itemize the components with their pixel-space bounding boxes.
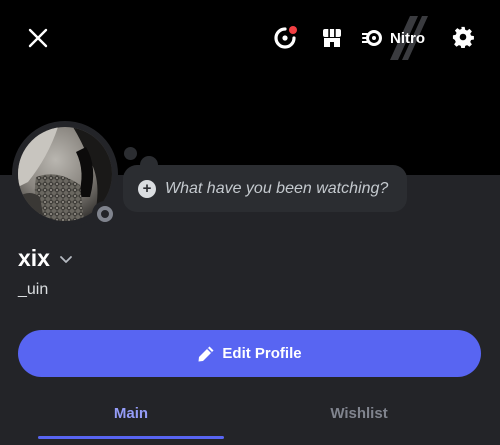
activity-icon bbox=[274, 26, 297, 49]
display-name: xix bbox=[18, 245, 50, 271]
shop-button[interactable] bbox=[317, 24, 347, 52]
nitro-button[interactable]: Nitro bbox=[362, 16, 434, 60]
edit-profile-button[interactable]: Edit Profile bbox=[18, 330, 481, 377]
activity-button[interactable] bbox=[270, 24, 300, 52]
edit-profile-label: Edit Profile bbox=[222, 345, 302, 362]
nitro-label: Nitro bbox=[390, 29, 425, 47]
shop-icon bbox=[323, 29, 341, 47]
close-button[interactable] bbox=[22, 22, 54, 54]
notification-badge bbox=[289, 26, 297, 34]
pencil-icon bbox=[198, 346, 214, 361]
add-status-icon: + bbox=[138, 179, 156, 198]
offline-status-icon bbox=[97, 206, 113, 222]
custom-status-bubble[interactable]: + What have you been watching? bbox=[123, 165, 407, 212]
settings-button[interactable] bbox=[448, 22, 478, 52]
tab-main[interactable]: Main bbox=[38, 405, 224, 422]
thought-bubble-dot-small bbox=[124, 147, 137, 160]
display-name-row[interactable]: xix bbox=[18, 245, 73, 272]
status-indicator bbox=[92, 201, 118, 227]
username: _uin bbox=[18, 281, 49, 298]
chevron-down-icon bbox=[60, 256, 72, 263]
avatar-container[interactable] bbox=[12, 121, 118, 227]
close-icon bbox=[28, 28, 48, 48]
tab-wishlist[interactable]: Wishlist bbox=[266, 405, 452, 422]
nitro-icon bbox=[362, 30, 382, 46]
gear-icon bbox=[452, 26, 474, 48]
active-tab-indicator bbox=[38, 436, 224, 439]
status-prompt-text: What have you been watching? bbox=[165, 179, 389, 197]
